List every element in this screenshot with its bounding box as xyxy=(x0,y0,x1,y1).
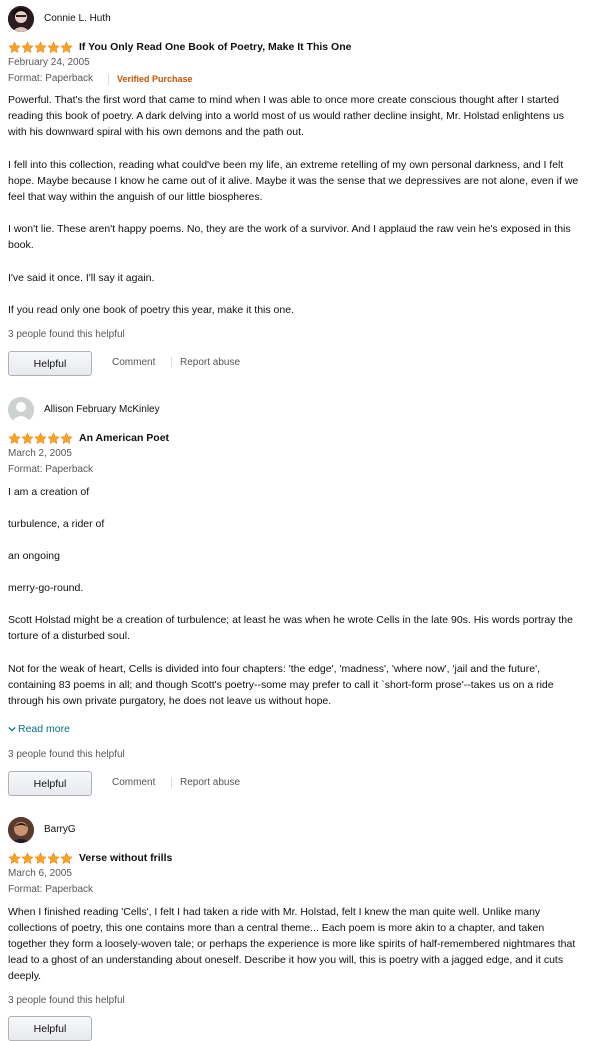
profile-photo-icon xyxy=(8,817,34,843)
helpful-button[interactable]: Helpful xyxy=(8,1016,92,1041)
star-icon xyxy=(8,852,21,864)
review-paragraph: When I finished reading 'Cells', I felt … xyxy=(8,906,576,982)
star-rating[interactable] xyxy=(8,852,73,865)
review-date: March 6, 2005 xyxy=(8,868,72,879)
review-title[interactable]: Verse without frills xyxy=(79,852,172,864)
star-icon xyxy=(60,852,73,864)
star-icon xyxy=(47,852,60,864)
star-icon xyxy=(21,852,34,864)
review-3: BarryG Verse without frills March 6, 200… xyxy=(0,0,590,1041)
profile-name[interactable]: BarryG xyxy=(44,824,76,835)
star-icon xyxy=(34,852,47,864)
avatar[interactable] xyxy=(8,817,34,843)
helpful-count: 3 people found this helpful xyxy=(8,995,125,1006)
review-format[interactable]: Format: Paperback xyxy=(8,884,93,895)
